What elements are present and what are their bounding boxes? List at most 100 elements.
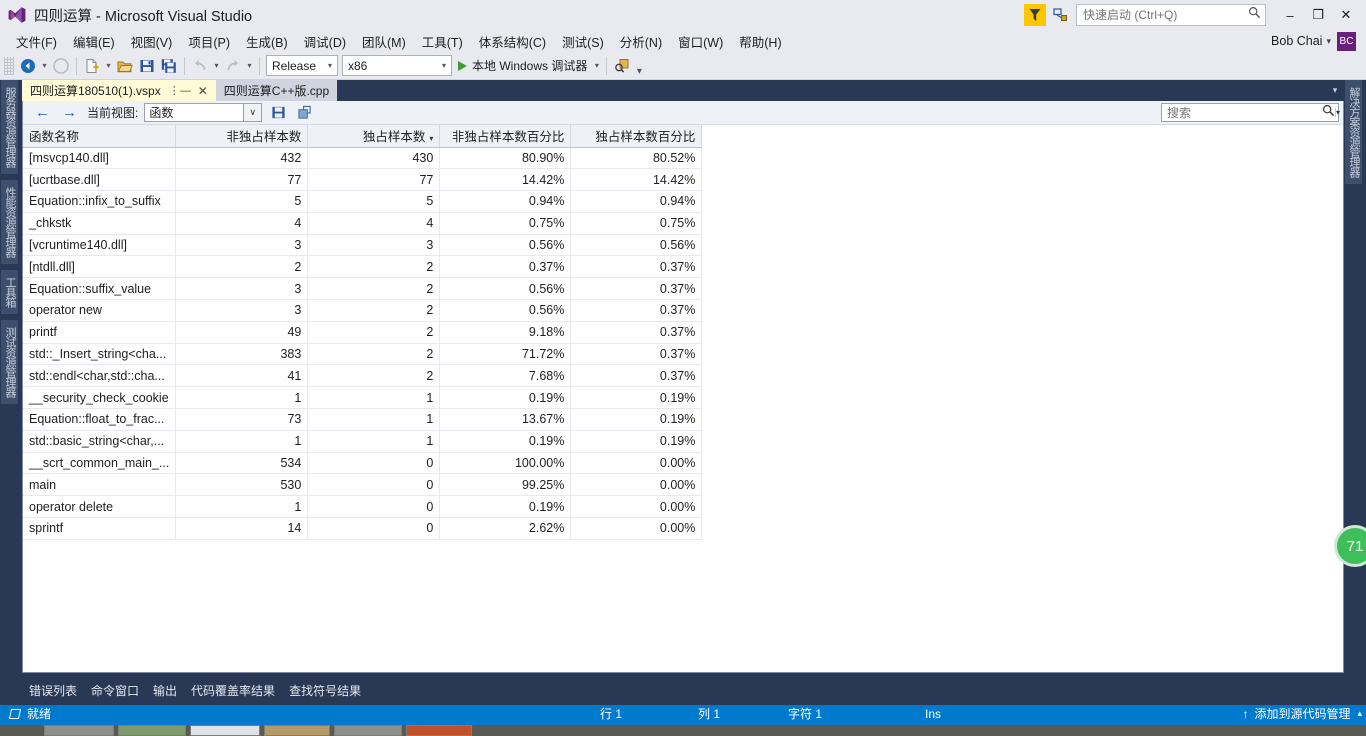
report-search-input[interactable] <box>1167 106 1322 120</box>
chevron-up-icon[interactable]: ▴ <box>1357 708 1362 719</box>
chevron-down-icon[interactable]: ▾ <box>437 61 451 70</box>
left-dock-tab-toolbox[interactable]: 工具箱 <box>1 270 18 314</box>
maximize-button[interactable]: ❐ <box>1304 1 1332 29</box>
new-item-caret-icon[interactable]: ▾ <box>103 55 114 77</box>
report-search-box[interactable]: ▾ <box>1161 103 1339 122</box>
table-row[interactable]: _chkstk440.75%0.75% <box>23 212 702 234</box>
save-icon[interactable] <box>136 55 158 77</box>
export-report-icon[interactable] <box>294 103 314 123</box>
menu-item-build[interactable]: 生成(B) <box>238 30 296 53</box>
menu-item-edit[interactable]: 编辑(E) <box>65 30 123 53</box>
column-header-function-name[interactable]: 函数名称 <box>23 125 176 147</box>
new-item-icon[interactable] <box>81 55 103 77</box>
table-row[interactable]: [msvcp140.dll]43243080.90%80.52% <box>23 147 702 169</box>
table-row[interactable]: Equation::float_to_frac...73113.67%0.19% <box>23 409 702 431</box>
cell-exclusive-samples: 2 <box>308 321 440 343</box>
solution-platform-combo[interactable]: x86 ▾ <box>342 55 452 76</box>
quick-launch-input[interactable] <box>1083 8 1248 22</box>
bottom-tab-error-list[interactable]: 错误列表 <box>22 680 84 707</box>
menu-item-tools[interactable]: 工具(T) <box>414 30 471 53</box>
close-icon[interactable]: ✕ <box>198 84 208 98</box>
right-dock-tab-solution-explorer[interactable]: 解决方案资源管理器 <box>1345 80 1362 184</box>
taskbar-item-4[interactable] <box>264 725 330 736</box>
cell-exclusive-samples: 2 <box>308 300 440 322</box>
table-row[interactable]: sprintf1402.62%0.00% <box>23 518 702 540</box>
menu-item-analyze[interactable]: 分析(N) <box>612 30 670 53</box>
table-row[interactable]: __security_check_cookie110.19%0.19% <box>23 387 702 409</box>
navigate-back-icon[interactable] <box>17 55 39 77</box>
save-report-icon[interactable] <box>268 103 288 123</box>
menu-item-help[interactable]: 帮助(H) <box>731 30 789 53</box>
chevron-down-icon[interactable]: ▾ <box>1335 108 1340 117</box>
visual-studio-window: 四则运算 - Microsoft Visual Studio <box>0 0 1366 736</box>
menu-item-view[interactable]: 视图(V) <box>123 30 181 53</box>
solution-configuration-combo[interactable]: Release ▾ <box>266 55 338 76</box>
taskbar-item-6[interactable] <box>406 725 472 736</box>
signal-notify-icon[interactable] <box>1050 5 1070 25</box>
column-header-inclusive-percent[interactable]: 非独占样本数百分比 <box>440 125 571 147</box>
taskbar-item-2[interactable] <box>118 725 186 736</box>
arrow-left-icon[interactable]: ← <box>29 104 56 121</box>
document-tab-vspx[interactable]: 四则运算180510(1).vspx ⋮― ✕ <box>22 80 216 101</box>
bottom-tab-output[interactable]: 输出 <box>146 680 184 707</box>
minimize-button[interactable]: – <box>1276 1 1304 29</box>
left-dock-tab-test-explorer[interactable]: 测试资源管理器 <box>1 320 18 404</box>
menu-item-project[interactable]: 项目(P) <box>180 30 238 53</box>
table-row[interactable]: printf4929.18%0.37% <box>23 321 702 343</box>
document-tab-cpp[interactable]: 四则运算C++版.cpp <box>216 80 337 101</box>
table-row[interactable]: std::endl<char,std::cha...4127.68%0.37% <box>23 365 702 387</box>
status-source-control[interactable]: ↑ 添加到源代码管理 ▴ <box>1242 705 1362 722</box>
menu-item-team[interactable]: 团队(M) <box>354 30 414 53</box>
current-view-select[interactable]: 函数 ∨ <box>144 103 262 122</box>
avatar[interactable]: BC <box>1337 32 1356 51</box>
arrow-right-icon[interactable]: → <box>56 104 83 121</box>
quick-launch-box[interactable] <box>1076 4 1266 26</box>
table-row[interactable]: Equation::infix_to_suffix550.94%0.94% <box>23 191 702 213</box>
menu-item-file[interactable]: 文件(F) <box>8 30 65 53</box>
toolbar-overflow-icon[interactable]: ▾ <box>633 66 645 79</box>
table-row[interactable]: [vcruntime140.dll]330.56%0.56% <box>23 234 702 256</box>
start-debugging-button[interactable]: 本地 Windows 调试器 <box>454 57 591 74</box>
chevron-down-icon[interactable]: ∨ <box>243 104 261 121</box>
bottom-tab-command-window[interactable]: 命令窗口 <box>84 680 146 707</box>
menu-item-debug[interactable]: 调试(D) <box>296 30 354 53</box>
table-row[interactable]: std::basic_string<char,...110.19%0.19% <box>23 430 702 452</box>
column-header-inclusive-samples[interactable]: 非独占样本数 <box>176 125 308 147</box>
feedback-funnel-icon[interactable] <box>1024 4 1046 26</box>
column-header-exclusive-percent[interactable]: 独占样本数百分比 <box>571 125 702 147</box>
table-row[interactable]: [ntdll.dll]220.37%0.37% <box>23 256 702 278</box>
column-header-exclusive-samples[interactable]: 独占样本数▾ <box>308 125 440 147</box>
document-tab-overflow-icon[interactable]: ▾ <box>1326 80 1344 101</box>
menu-item-window[interactable]: 窗口(W) <box>670 30 731 53</box>
navigate-back-caret-icon[interactable]: ▾ <box>39 55 50 77</box>
table-row[interactable]: operator new320.56%0.37% <box>23 300 702 322</box>
search-icon[interactable] <box>1322 104 1335 122</box>
cell-inclusive-samples: 3 <box>176 278 308 300</box>
menu-item-architecture[interactable]: 体系结构(C) <box>471 30 554 53</box>
start-debugging-caret-icon[interactable]: ▾ <box>591 55 602 77</box>
close-button[interactable]: ✕ <box>1332 1 1360 29</box>
table-row[interactable]: std::_Insert_string<cha...383271.72%0.37… <box>23 343 702 365</box>
bottom-tab-find-symbol[interactable]: 查找符号结果 <box>282 680 368 707</box>
table-row[interactable]: [ucrtbase.dll]777714.42%14.42% <box>23 169 702 191</box>
pin-icon[interactable]: ⋮― <box>169 84 191 97</box>
find-in-files-icon[interactable] <box>611 55 633 77</box>
chevron-down-icon[interactable]: ▾ <box>1326 36 1331 47</box>
open-file-icon[interactable] <box>114 55 136 77</box>
table-row[interactable]: operator delete100.19%0.00% <box>23 496 702 518</box>
table-row[interactable]: Equation::suffix_value320.56%0.37% <box>23 278 702 300</box>
toolbar-grip[interactable] <box>4 57 14 75</box>
table-row[interactable]: main530099.25%0.00% <box>23 474 702 496</box>
taskbar-item-1[interactable] <box>44 725 114 736</box>
bottom-tab-code-coverage[interactable]: 代码覆盖率结果 <box>184 680 282 707</box>
table-row[interactable]: __scrt_common_main_...5340100.00%0.00% <box>23 452 702 474</box>
menu-item-test[interactable]: 测试(S) <box>554 30 612 53</box>
save-all-icon[interactable] <box>158 55 180 77</box>
cell-inclusive-percent: 13.67% <box>440 409 571 431</box>
taskbar-item-5[interactable] <box>334 725 402 736</box>
left-dock-tab-server-explorer[interactable]: 服务器资源管理器 <box>1 80 18 174</box>
taskbar-item-3[interactable] <box>190 725 260 736</box>
left-dock-tab-performance-explorer[interactable]: 性能资源管理器 <box>1 180 18 264</box>
chevron-down-icon[interactable]: ▾ <box>323 61 337 70</box>
account-area[interactable]: Bob Chai ▾ BC <box>1271 30 1366 52</box>
